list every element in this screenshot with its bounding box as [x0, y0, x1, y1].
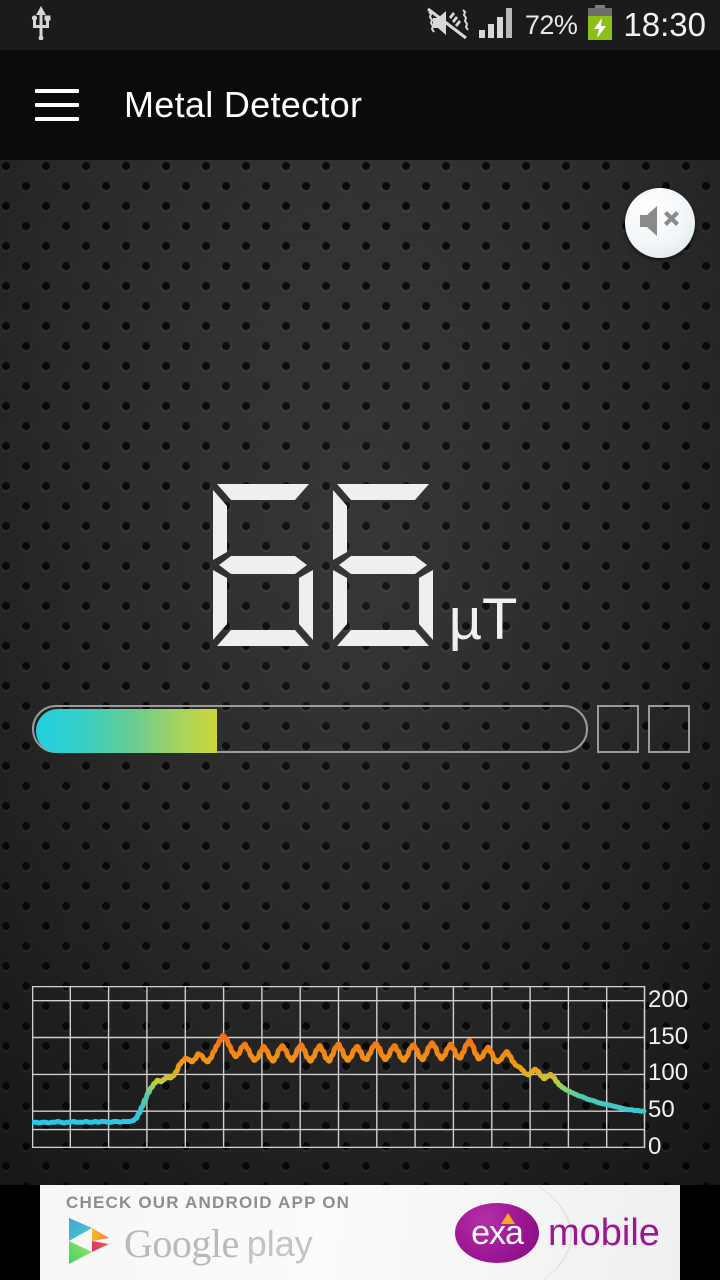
chart-y-tick-label: 100: [648, 1059, 689, 1087]
usb-icon: [28, 5, 54, 45]
gauge-segment-box-1: [597, 705, 639, 753]
mute-toggle-button[interactable]: [625, 188, 695, 258]
google-wordmark: Google: [124, 1221, 239, 1266]
mobile-wordmark: mobile: [548, 1211, 660, 1254]
chart-y-tick-label: 150: [648, 1022, 689, 1050]
seven-segment-digit-1: [203, 480, 323, 655]
speaker-mute-icon: [638, 204, 682, 243]
ad-brand-block[interactable]: exa mobile: [455, 1203, 660, 1263]
vibrate-off-icon: [426, 6, 469, 45]
battery-percent-label: 72%: [524, 9, 578, 40]
hamburger-bar: [35, 103, 79, 107]
magnetic-field-readout: µT: [0, 455, 720, 655]
chart-y-tick-label: 200: [648, 985, 689, 1013]
action-bar: Metal Detector: [0, 50, 720, 160]
gauge-segment-box-2: [648, 705, 690, 753]
gauge-fill: [36, 709, 217, 753]
hamburger-bar: [35, 117, 79, 121]
hamburger-bar: [35, 89, 79, 93]
status-bar: 72% 18:30: [0, 0, 720, 50]
page-title: Metal Detector: [124, 84, 363, 125]
ad-google-play-block[interactable]: CHECK OUR ANDROID APP ON Google play: [66, 1193, 350, 1271]
exa-accent-icon: [501, 1213, 515, 1224]
seven-segment-digit-2: [323, 480, 443, 655]
status-icons-group: 72% 18:30: [426, 4, 706, 46]
exa-wordmark: exa: [471, 1213, 524, 1252]
hamburger-menu-icon[interactable]: [35, 89, 79, 121]
clock-label: 18:30: [623, 6, 706, 43]
field-strength-gauge: [32, 705, 690, 753]
play-wordmark: play: [246, 1222, 313, 1264]
chart-y-tick-label: 0: [648, 1133, 662, 1160]
gauge-track: [32, 705, 588, 753]
chart-canvas: [32, 986, 647, 1148]
signal-bars-icon: [478, 7, 515, 43]
unit-label: µT: [448, 587, 518, 652]
ad-headline: CHECK OUR ANDROID APP ON: [66, 1193, 351, 1212]
ad-banner[interactable]: CHECK OUR ANDROID APP ON Google play exa…: [40, 1185, 680, 1280]
exa-logo-icon: exa: [455, 1203, 539, 1263]
google-play-triangle-icon: [66, 1216, 112, 1271]
chart-y-tick-label: 50: [648, 1096, 675, 1124]
field-history-chart: 200 150 100 50 0: [32, 985, 690, 1160]
battery-charging-icon: [587, 4, 613, 46]
